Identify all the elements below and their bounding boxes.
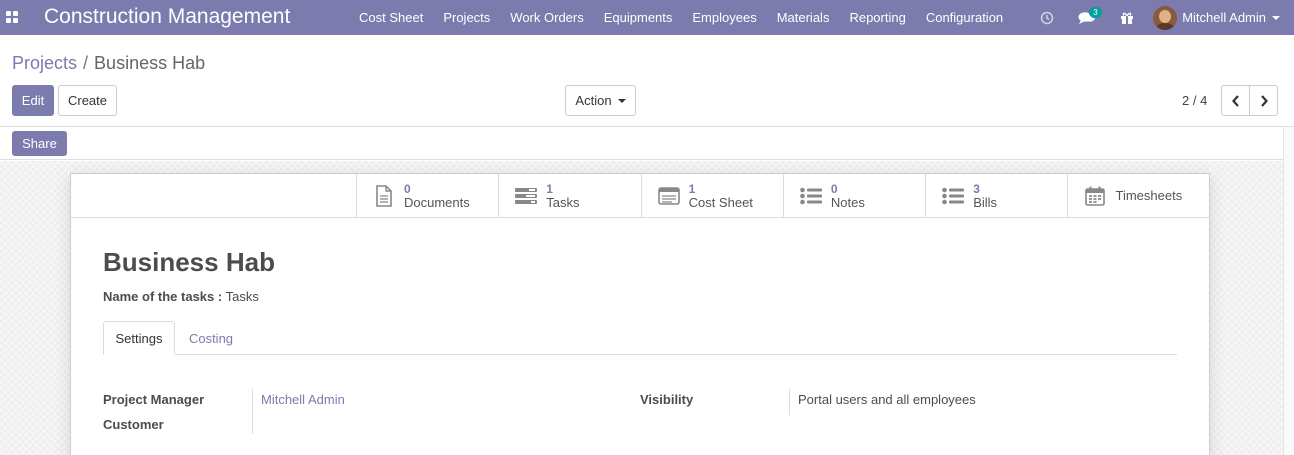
smart-button-box: 0 Documents 1 Tasks 1 Cost Sheet 0 Notes 3 Bi… — [356, 174, 1210, 218]
pager-next-button[interactable] — [1249, 85, 1278, 116]
apps-grid-icon[interactable] — [6, 11, 20, 23]
avatar — [1153, 5, 1178, 30]
action-label: Action — [575, 93, 612, 108]
edit-button[interactable]: Edit — [12, 85, 54, 116]
documents-label: Documents — [404, 195, 470, 210]
form-notebook: Settings Costing — [103, 321, 1177, 355]
tasks-count: 1 — [546, 182, 553, 196]
tasks-name-value[interactable]: Tasks — [226, 289, 259, 304]
gift-icon[interactable] — [1107, 0, 1147, 35]
tab-settings[interactable]: Settings — [103, 321, 175, 355]
pager-previous-button[interactable] — [1221, 85, 1250, 116]
menu-item-work-orders[interactable]: Work Orders — [500, 10, 593, 25]
calendar-icon — [1084, 185, 1106, 207]
action-dropdown[interactable]: Action — [565, 85, 636, 116]
list-icon — [800, 185, 822, 207]
document-icon — [373, 185, 395, 207]
record-title[interactable]: Business Hab — [103, 247, 275, 278]
user-menu[interactable]: Mitchell Admin — [1147, 5, 1294, 30]
chat-icon[interactable]: 3 — [1067, 0, 1107, 35]
tasks-icon — [515, 185, 538, 207]
visibility-label: Visibility — [640, 392, 694, 407]
field-divider — [252, 389, 253, 434]
menu-item-reporting[interactable]: Reporting — [839, 10, 915, 25]
cost-sheet-label: Cost Sheet — [688, 195, 753, 210]
cost-sheet-smart-button[interactable]: 1 Cost Sheet — [640, 174, 783, 218]
menu-item-configuration[interactable]: Configuration — [916, 10, 1013, 25]
field-divider — [789, 389, 790, 415]
breadcrumb-separator: / — [83, 53, 89, 73]
list-icon — [942, 185, 965, 207]
chevron-right-icon — [1260, 94, 1268, 107]
project-manager-value[interactable]: Mitchell Admin — [261, 392, 345, 407]
bills-smart-button[interactable]: 3 Bills — [925, 174, 1067, 218]
tasks-name-label: Name of the tasks : — [103, 289, 223, 304]
form-sheet: 0 Documents 1 Tasks 1 Cost Sheet 0 Notes 3 Bi… — [70, 173, 1210, 455]
tasks-smart-button[interactable]: 1 Tasks — [498, 174, 640, 218]
visibility-value[interactable]: Portal users and all employees — [798, 392, 976, 407]
breadcrumb-projects[interactable]: Projects — [12, 53, 77, 73]
app-title[interactable]: Construction Management — [44, 5, 290, 29]
menu-item-cost-sheet[interactable]: Cost Sheet — [349, 10, 433, 25]
chevron-down-icon — [1272, 15, 1280, 20]
tasks-label: Tasks — [546, 195, 580, 210]
timesheets-label: Timesheets — [1115, 188, 1183, 203]
tasks-name-field: Name of the tasks : Tasks — [103, 289, 259, 304]
breadcrumb-current: Business Hab — [94, 53, 206, 73]
menu-item-projects[interactable]: Projects — [433, 10, 500, 25]
form-statusbar — [0, 127, 1283, 160]
messages-badge: 3 — [1089, 7, 1102, 18]
clock-icon[interactable] — [1027, 0, 1067, 35]
notes-smart-button[interactable]: 0 Notes — [782, 174, 925, 218]
user-name: Mitchell Admin — [1182, 10, 1266, 25]
notes-label: Notes — [830, 195, 865, 210]
project-manager-label: Project Manager — [103, 392, 205, 407]
systray: 3 Mitchell Admin — [1027, 0, 1294, 35]
timesheets-smart-button[interactable]: Timesheets — [1067, 174, 1209, 218]
top-navbar: Construction Management Cost Sheet Proje… — [0, 0, 1294, 35]
documents-count: 0 — [404, 182, 411, 196]
menu-item-materials[interactable]: Materials — [767, 10, 840, 25]
tab-costing[interactable]: Costing — [175, 321, 247, 355]
customer-label: Customer — [103, 417, 164, 432]
pager-value[interactable]: 2 / 4 — [1182, 93, 1207, 108]
bills-label: Bills — [973, 195, 998, 210]
cost-sheet-icon — [657, 185, 680, 207]
main-menu: Cost Sheet Projects Work Orders Equipmen… — [349, 0, 1013, 35]
notes-count: 0 — [830, 182, 838, 196]
vertical-scrollbar[interactable] — [1283, 127, 1294, 455]
share-button[interactable]: Share — [12, 131, 67, 156]
chevron-left-icon — [1231, 94, 1239, 107]
menu-item-equipments[interactable]: Equipments — [594, 10, 683, 25]
bills-count: 3 — [973, 182, 980, 196]
cost-sheet-count: 1 — [688, 182, 696, 196]
documents-smart-button[interactable]: 0 Documents — [356, 174, 498, 218]
create-button[interactable]: Create — [58, 85, 117, 116]
menu-item-employees[interactable]: Employees — [682, 10, 766, 25]
breadcrumb: Projects / Business Hab — [12, 53, 205, 74]
chevron-down-icon — [617, 98, 626, 103]
